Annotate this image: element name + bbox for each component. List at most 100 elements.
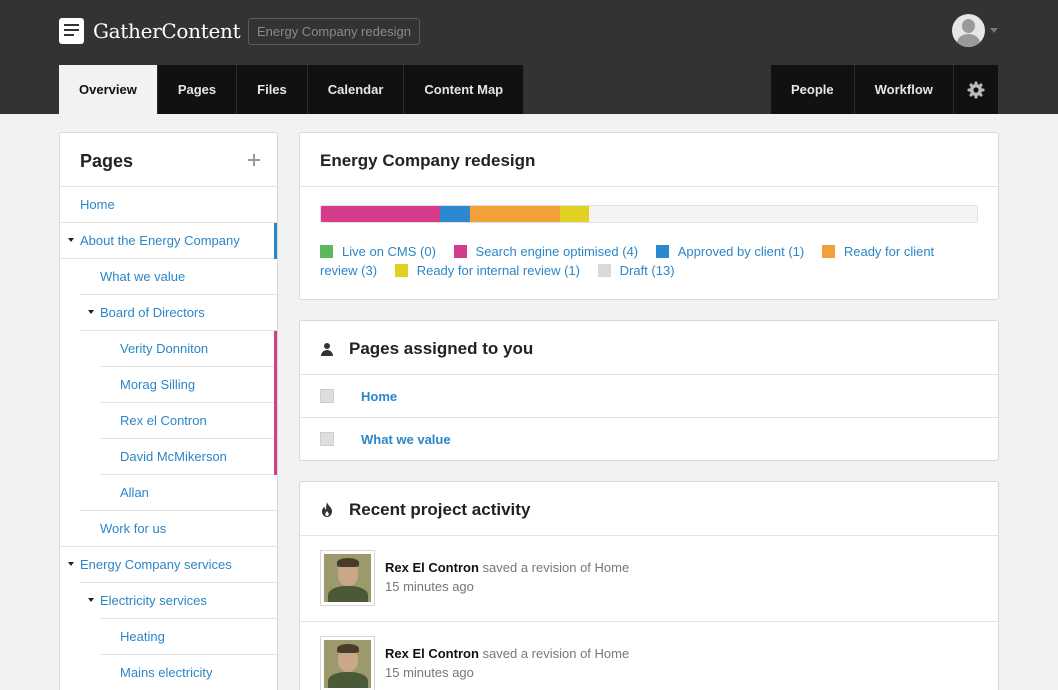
page-checkbox[interactable] <box>320 432 334 446</box>
activity-item: Rex El Contron saved a revision of Home 1… <box>300 622 998 690</box>
activity-user[interactable]: Rex El Contron <box>385 560 479 575</box>
app-logo[interactable]: GatherContent <box>59 18 241 44</box>
add-page-icon[interactable] <box>248 154 260 166</box>
legend-item[interactable]: Ready for internal review (1) <box>394 263 580 278</box>
page-link[interactable]: David McMikerson <box>120 449 227 464</box>
page-link[interactable]: Energy Company services <box>80 557 232 572</box>
activity-item: Rex El Contron saved a revision of Home 1… <box>300 536 998 622</box>
activity-list: Rex El Contron saved a revision of Home 1… <box>300 536 998 690</box>
page-tree: Home About the Energy Company What we valu… <box>60 187 277 690</box>
user-icon <box>321 343 333 356</box>
legend-swatch <box>320 245 333 258</box>
page-link[interactable]: Allan <box>120 485 149 500</box>
caret-down-icon[interactable] <box>88 598 94 602</box>
assigned-page-link[interactable]: What we value <box>361 432 451 447</box>
legend-item[interactable]: Approved by client (1) <box>655 244 804 259</box>
sidebar-page-item[interactable]: About the Energy Company <box>60 223 277 259</box>
status-legend: Live on CMS (0) Search engine optimised … <box>320 242 970 280</box>
legend-label[interactable]: Live on CMS (0) <box>342 244 436 259</box>
activity-time: 15 minutes ago <box>385 665 474 680</box>
caret-down-icon[interactable] <box>88 310 94 314</box>
sidebar-page-item[interactable]: Electricity services <box>60 583 277 619</box>
chevron-down-icon[interactable] <box>990 28 998 33</box>
tab-pages[interactable]: Pages <box>157 65 238 114</box>
tab-people[interactable]: People <box>771 65 855 114</box>
status-indicator <box>274 331 277 367</box>
progress-segment <box>559 206 590 222</box>
page-link[interactable]: Home <box>80 197 115 212</box>
sidebar-page-item[interactable]: Allan <box>60 475 277 511</box>
page-link[interactable]: Mains electricity <box>120 665 212 680</box>
assigned-card-header: Pages assigned to you <box>300 321 998 375</box>
assigned-page-row: Home <box>300 375 998 418</box>
activity-user[interactable]: Rex El Contron <box>385 646 479 661</box>
assigned-pages-card: Pages assigned to you Home What we value <box>299 320 999 461</box>
page-link[interactable]: Rex el Contron <box>120 413 207 428</box>
sidebar-page-item[interactable]: Heating <box>60 619 277 655</box>
document-icon <box>59 18 84 44</box>
sidebar-page-item[interactable]: Board of Directors <box>60 295 277 331</box>
activity-text: Rex El Contron saved a revision of Home <box>385 560 629 575</box>
secondary-tabs: People Workflow <box>771 65 998 114</box>
caret-down-icon[interactable] <box>68 238 74 242</box>
activity-card-header: Recent project activity <box>300 482 998 536</box>
user-avatar[interactable] <box>320 636 375 690</box>
caret-down-icon[interactable] <box>68 562 74 566</box>
sidebar-title: Pages <box>80 151 134 171</box>
legend-label[interactable]: Approved by client (1) <box>678 244 804 259</box>
page-link[interactable]: Heating <box>120 629 165 644</box>
progress-segment <box>440 206 471 222</box>
top-bar: GatherContent Energy Company redesign Ov… <box>0 0 1058 114</box>
sidebar-page-item[interactable]: Energy Company services <box>60 547 277 583</box>
user-avatar[interactable] <box>320 550 375 606</box>
legend-label[interactable]: Ready for internal review (1) <box>417 263 580 278</box>
legend-item[interactable]: Draft (13) <box>597 263 675 278</box>
legend-item[interactable]: Live on CMS (0) <box>320 244 436 259</box>
assigned-list: Home What we value <box>300 375 998 461</box>
legend-item[interactable]: Search engine optimised (4) <box>453 244 639 259</box>
tab-workflow[interactable]: Workflow <box>854 65 954 114</box>
page-link[interactable]: Morag Silling <box>120 377 195 392</box>
user-avatar[interactable] <box>952 14 985 47</box>
page-link[interactable]: Work for us <box>100 521 166 536</box>
activity-text: Rex El Contron saved a revision of Home <box>385 646 629 661</box>
progress-segment <box>589 206 977 222</box>
app-name: GatherContent <box>93 19 241 43</box>
recent-activity-card: Recent project activity Rex El Contron s… <box>299 481 999 690</box>
pages-sidebar: Pages Home About the Energy Company What w… <box>59 132 278 690</box>
status-indicator <box>274 439 277 475</box>
legend-swatch <box>453 245 467 258</box>
progress-segment <box>470 206 560 222</box>
sidebar-page-item[interactable]: David McMikerson <box>60 439 277 475</box>
legend-label[interactable]: Search engine optimised (4) <box>476 244 639 259</box>
status-indicator <box>274 403 277 439</box>
assigned-page-link[interactable]: Home <box>361 389 397 404</box>
sidebar-page-item[interactable]: Work for us <box>60 511 277 547</box>
sidebar-page-item[interactable]: What we value <box>60 259 277 295</box>
tab-calendar[interactable]: Calendar <box>307 65 405 114</box>
project-name-badge[interactable]: Energy Company redesign <box>248 18 420 45</box>
page-link[interactable]: What we value <box>100 269 185 284</box>
assigned-title: Pages assigned to you <box>349 339 534 358</box>
page-link[interactable]: Board of Directors <box>100 305 205 320</box>
settings-button[interactable] <box>953 65 998 114</box>
page-checkbox[interactable] <box>320 389 334 403</box>
progress-segment <box>321 206 441 222</box>
tab-files[interactable]: Files <box>237 65 308 114</box>
page-link[interactable]: Verity Donniton <box>120 341 208 356</box>
page-link[interactable]: About the Energy Company <box>80 233 240 248</box>
tab-overview[interactable]: Overview <box>59 65 158 114</box>
status-indicator <box>274 223 277 259</box>
tab-content-map[interactable]: Content Map <box>404 65 525 114</box>
user-silhouette-icon <box>962 19 975 33</box>
sidebar-page-item[interactable]: Morag Silling <box>60 367 277 403</box>
status-progress-bar <box>320 205 978 223</box>
legend-label[interactable]: Draft (13) <box>620 263 675 278</box>
sidebar-page-item[interactable]: Rex el Contron <box>60 403 277 439</box>
sidebar-page-item[interactable]: Mains electricity <box>60 655 277 690</box>
status-indicator <box>274 367 277 403</box>
sidebar-page-item[interactable]: Verity Donniton <box>60 331 277 367</box>
sidebar-page-item[interactable]: Home <box>60 187 277 223</box>
page-link[interactable]: Electricity services <box>100 593 207 608</box>
legend-swatch <box>394 264 408 277</box>
